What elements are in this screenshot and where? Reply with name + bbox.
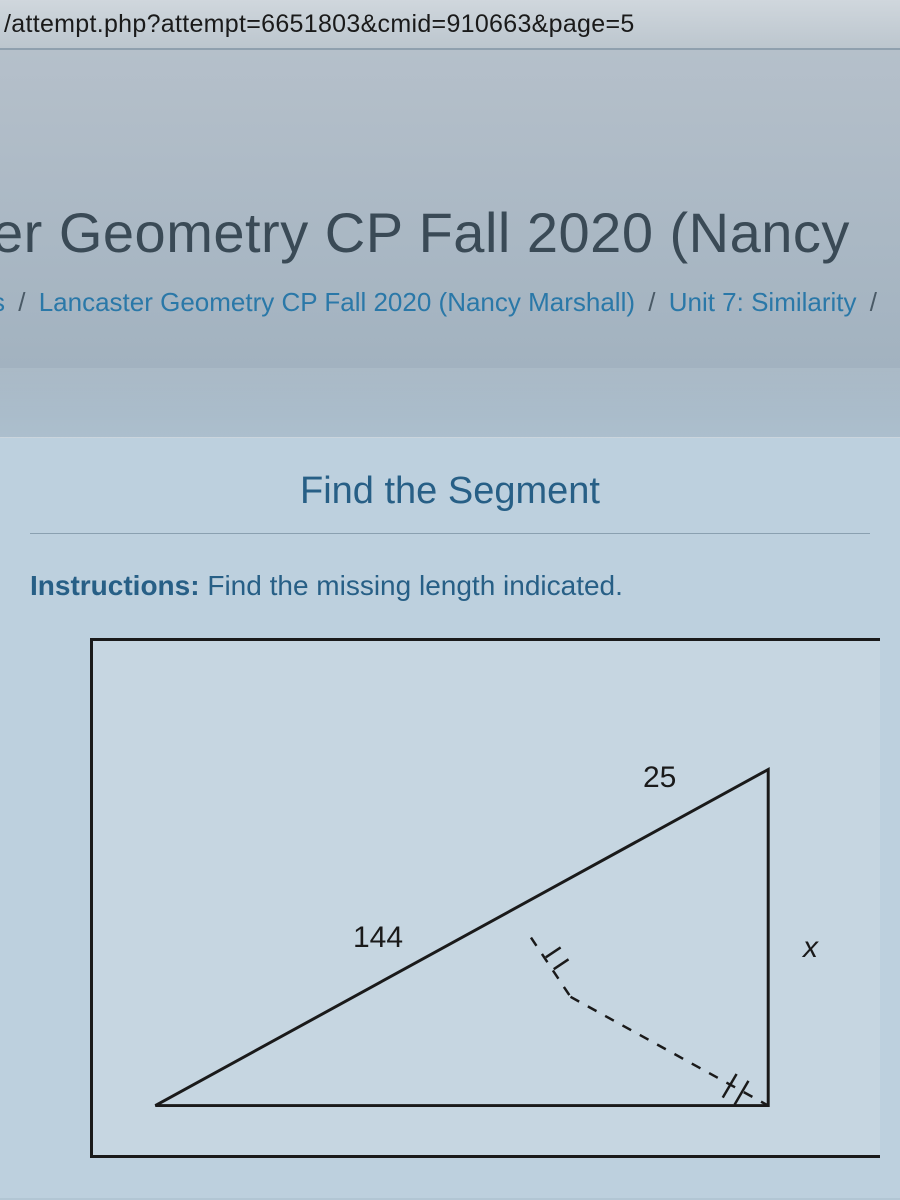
label-hypotenuse: 144 xyxy=(353,921,403,955)
tick-mark xyxy=(554,959,569,969)
breadcrumb-sep: / xyxy=(642,287,661,317)
dashed-segment-upper xyxy=(531,938,571,997)
breadcrumb-sep: / xyxy=(864,287,883,317)
question-title: Find the Segment xyxy=(0,438,900,533)
question-instructions: Instructions: Find the missing length in… xyxy=(0,570,900,638)
breadcrumb-sep: / xyxy=(12,287,31,317)
triangle-diagram xyxy=(93,641,880,1155)
instructions-label: Instructions: xyxy=(30,570,200,601)
breadcrumb: s / Lancaster Geometry CP Fall 2020 (Nan… xyxy=(0,283,900,348)
url-bar[interactable]: /attempt.php?attempt=6651803&cmid=910663… xyxy=(0,0,900,50)
breadcrumb-unit[interactable]: Unit 7: Similarity xyxy=(669,287,857,317)
breadcrumb-course[interactable]: Lancaster Geometry CP Fall 2020 (Nancy M… xyxy=(39,287,635,317)
page-content: er Geometry CP Fall 2020 (Nancy s / Lanc… xyxy=(0,50,900,1198)
question-divider xyxy=(30,533,870,534)
tick-mark xyxy=(546,947,561,957)
breadcrumb-root[interactable]: s xyxy=(0,287,5,317)
page-title: er Geometry CP Fall 2020 (Nancy xyxy=(0,50,900,283)
url-text: /attempt.php?attempt=6651803&cmid=910663… xyxy=(4,10,635,39)
question-area: Find the Segment Instructions: Find the … xyxy=(0,438,900,1198)
label-unknown-x: x xyxy=(803,931,818,965)
geometry-figure: 144 25 x xyxy=(90,638,880,1158)
label-top-segment: 25 xyxy=(643,761,676,795)
dashed-segment-lower xyxy=(571,997,769,1106)
header-band xyxy=(0,368,900,438)
instructions-text: Find the missing length indicated. xyxy=(200,570,623,601)
